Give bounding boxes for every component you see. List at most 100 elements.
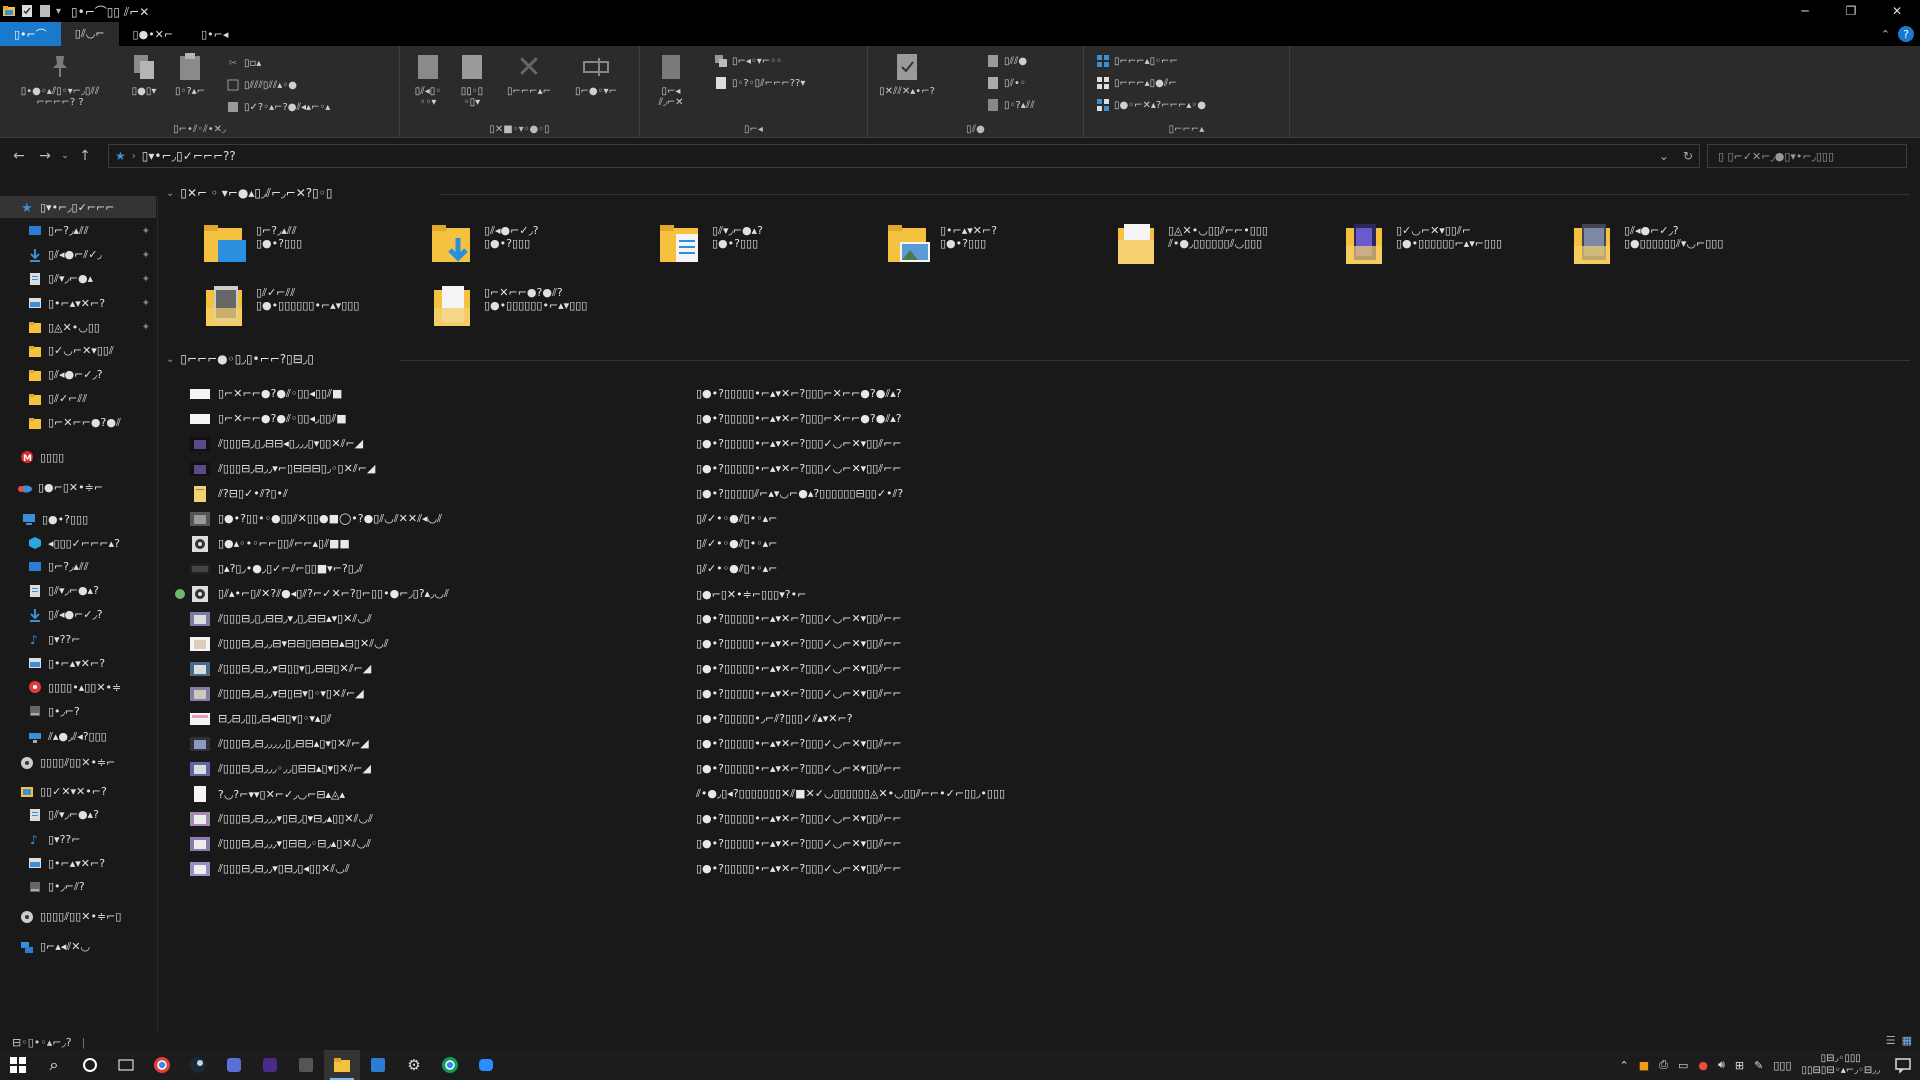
sidebar-item[interactable]: ▯▯▯▯•▴▯▯✕•≑ [0, 676, 156, 698]
show-hidden-icons-icon[interactable]: ⌃ [1620, 1059, 1629, 1072]
sidebar-item[interactable]: ♪ ▯▾??⌐ [0, 628, 156, 650]
list-item[interactable]: ⫽▯▯▯⊟◞⊟◞◞◞◞◞▯◞⊟⊟▴▯▾▯✕⫽⌐◢ ▯●•?▯▯▯▯▯•⌐▴▾✕⌐?… [190, 732, 1690, 756]
list-item[interactable]: ⫽▯▯▯⊟◞⊟◞◞▾⌐▯⊟⊟⊟▯◞◦▯✕⫽⌐◢ ▯●•?▯▯▯▯▯•⌐▴▾✕⌐?▯… [190, 457, 1690, 481]
task-view-button[interactable] [108, 1050, 144, 1080]
sidebar-item[interactable]: ▯✓◡⌐✕▾▯▯⫽ [0, 340, 156, 362]
breadcrumb[interactable]: ▯▾•⌐◞▯✓⌐⌐⌐?? [142, 149, 236, 163]
list-item[interactable]: ⫽▯▯▯⊟◞▯◞⊟⊟◞▾◞▯◞⊟⊟▴▾▯✕⫽◡⫽ ▯●•?▯▯▯▯▯•⌐▴▾✕⌐?… [190, 607, 1690, 631]
chrome-taskbar-icon[interactable] [144, 1050, 180, 1080]
action-center-button[interactable] [1894, 1056, 1912, 1077]
sidebar-item[interactable]: ▯•◞⌐⫽? [0, 876, 156, 898]
pin-icon[interactable]: ✦ [142, 226, 150, 237]
tray-app-icon[interactable]: ● [1698, 1059, 1708, 1072]
maximize-button[interactable]: ❐ [1828, 0, 1874, 22]
pin-quick-access-button[interactable]: ▯•●◦▴⫽▯◦▾⌐◞▯⫽⫽ ⌐⌐⌐⌐? ? [6, 50, 114, 108]
pin-icon[interactable]: ✦ [142, 322, 150, 333]
properties-icon[interactable] [20, 4, 34, 18]
copy-button[interactable]: ▯●▯▾ [124, 50, 164, 97]
tray-app-icon[interactable]: ⊞ [1735, 1059, 1744, 1072]
list-item[interactable]: ⫽▯▯▯⊟◞⊟◞◞◞▾▯⊟◞▯▾⊟◞▴▯▯✕⫽◡⫽ ▯●•?▯▯▯▯▯•⌐▴▾✕⌐… [190, 807, 1690, 831]
sidebar-item[interactable]: ★ ▯▾•⌐◞▯✓⌐⌐⌐ [0, 196, 156, 218]
copy-path-button[interactable]: ▯⫽⫽⫽▯⫽⫽▴◦● [226, 76, 297, 94]
sidebar-item[interactable]: ▯⫽▾◞⌐●▴ ✦ [0, 268, 156, 290]
history-button[interactable]: ▯◦?▴⫽⫽ [986, 96, 1035, 114]
list-item[interactable]: ⫽▯▯▯⊟◞▯◞⊟⊟◂▯◞◞◞▯▾▯▯✕⫽⌐◢ ▯●•?▯▯▯▯▯•⌐▴▾✕⌐?▯… [190, 432, 1690, 456]
zoom-taskbar-icon[interactable] [468, 1050, 504, 1080]
explorer-icon[interactable] [2, 4, 16, 18]
sidebar-item[interactable]: ▯●•?▯▯▯ [0, 508, 156, 530]
minimize-button[interactable]: ─ [1782, 0, 1828, 22]
paste-button[interactable]: ▯◦?▴⌐ [170, 50, 210, 97]
new-folder-icon[interactable] [38, 4, 52, 18]
sidebar-item[interactable]: ▯•⌐▴▾✕⌐? [0, 652, 156, 674]
collapse-ribbon-icon[interactable]: ⌃ [1881, 28, 1890, 41]
list-item[interactable]: ▯⌐✕⌐⌐●?●⫽◦▯▯◂▯▯⫽■ ▯●•?▯▯▯▯▯•⌐▴▾✕⌐?▯▯▯⌐✕⌐⌐… [190, 382, 1690, 406]
app-taskbar-icon[interactable] [360, 1050, 396, 1080]
sidebar-item[interactable]: ▯⫽◂●⌐✓◞? [0, 604, 156, 626]
list-item[interactable]: ⫽▯▯▯⊟◞⊟◞◞▾▯⊟◞▯◂▯▯✕⫽◡⫽ ▯●•?▯▯▯▯▯•⌐▴▾✕⌐?▯▯▯… [190, 857, 1690, 881]
back-button[interactable]: ← [6, 143, 32, 169]
list-item[interactable]: ▯●•?▯▯•◦●▯▯⫽✕▯▯●■◯•?●▯⫽◡⫽✕✕⫽◂◡⫽ ▯⫽✓•◦●⫽▯•… [190, 507, 1690, 531]
folder-tile[interactable]: ▯⌐✕⌐⌐●?●⫽? ▯●•▯▯▯▯▯▯•⌐▴▾▯▯▯ [426, 280, 646, 336]
move-to-button[interactable]: ▯⫽◂▯◦ ◦◦▾ [406, 50, 450, 108]
start-button[interactable] [0, 1050, 36, 1080]
select-all-button[interactable]: ▯⌐⌐⌐▴▯◦⌐⌐ [1096, 52, 1178, 70]
folder-tile[interactable]: ▯⫽◂●⌐✓◞? ▯●•?▯▯▯ [426, 218, 646, 274]
sidebar-item[interactable]: M ▯▯▯▯ [0, 446, 156, 468]
sidebar-item[interactable]: ▯•⌐▴▾✕⌐? [0, 852, 156, 874]
folder-tile[interactable]: ▯⌐?◞▴⫽⫽ ▯●•?▯▯▯ [198, 218, 418, 274]
new-folder-button[interactable]: ▯⌐◂ ⫽◞⌐✕ [646, 50, 696, 108]
pin-icon[interactable]: ✦ [142, 250, 150, 261]
sidebar-item[interactable]: ▯•◞⌐? [0, 700, 156, 722]
tab-share[interactable]: ▯●•✕⌐ [119, 22, 188, 46]
sidebar-item[interactable]: ♪ ▯▾??⌐ [0, 828, 156, 850]
chrome-taskbar-icon[interactable] [432, 1050, 468, 1080]
list-item[interactable]: ▯⫽▴•⌐▯⫽✕?⫽●◂▯⫽?⌐✓✕⌐?▯⌐▯▯•●⌐◞▯?▴◞◡⫽ ▯●⌐▯✕•… [175, 582, 1690, 606]
network-icon[interactable]: ▭ [1678, 1059, 1688, 1072]
app-taskbar-icon[interactable] [216, 1050, 252, 1080]
properties-button[interactable]: ▯✕⫽⫽✕▴•⌐? [874, 50, 940, 97]
sidebar-item[interactable]: ▯▯▯▯⫽▯▯✕•≑⌐▯ [0, 906, 156, 928]
sidebar-item[interactable]: ▯⌐▴◂⫽✕◡ [0, 936, 156, 958]
tab-file[interactable]: ▯•⌐⌒ [0, 22, 61, 46]
pin-icon[interactable]: ✦ [142, 298, 150, 309]
pin-icon[interactable]: ✦ [142, 274, 150, 285]
address-bar[interactable]: ★ › ▯▾•⌐◞▯✓⌐⌐⌐?? ⌄ ↻ [108, 144, 1700, 168]
clock[interactable]: ▯⊟◞◦▯▯▯ ▯▯⊟▯⊟◦▴⌐◞◦⊟◞◞ [1802, 1053, 1880, 1077]
sidebar-item[interactable]: ⫽▴●◞⫽◂?▯▯▯ [0, 726, 156, 748]
cortana-button[interactable] [72, 1050, 108, 1080]
sidebar-item[interactable]: ▯◬✕•◡▯▯ ✦ [0, 316, 156, 338]
folder-tile[interactable]: ▯⫽✓⌐⫽⫽ ▯●•▯▯▯▯▯▯•⌐▴▾▯▯▯ [198, 280, 418, 336]
list-item[interactable]: ▯●▴◦•◦⌐⌐▯▯⫽⌐⌐▴▯⫽■■ ▯⫽✓•◦●⫽▯•◦▴⌐ [190, 532, 1690, 556]
copy-to-button[interactable]: ▯▯◦▯ ◦▯▾ [450, 50, 494, 108]
refresh-icon[interactable]: ↻ [1683, 149, 1693, 163]
steam-taskbar-icon[interactable] [180, 1050, 216, 1080]
language-indicator[interactable]: ▯▯▯ [1773, 1059, 1791, 1072]
frequent-folders-header[interactable]: ⌄ ▯✕⌐ ◦ ▾⌐●▴▯◞⫽⌐◞⌐✕?▯◦▯ [166, 186, 332, 201]
sidebar-item[interactable]: ▯⫽◂●⌐⫽✓◞ ✦ [0, 244, 156, 266]
customize-qa-icon[interactable]: ▾ [56, 6, 61, 17]
search-input[interactable]: ▯ ▯⌐✓✕⌐◞●▯▾•⌐◞▯▯▯ [1707, 144, 1907, 168]
easy-access-button[interactable]: ▯◦?◦▯⫽⌐⌐⌐??▾ [714, 74, 805, 92]
forward-button[interactable]: → [32, 143, 58, 169]
sidebar-item[interactable]: ▯⌐✕⌐⌐●?●⫽ [0, 412, 156, 434]
folder-tile[interactable]: ▯⫽◂●⌐✓◞? ▯●▯▯▯▯▯▯⫽▾◡⌐▯▯▯ [1566, 218, 1786, 274]
list-item[interactable]: ⫽▯▯▯⊟◞⊟◞◞⊟▾⊟⊟▯⊟⊟⊟▴⊟▯✕⫽◡⫽ ▯●•?▯▯▯▯▯•⌐▴▾✕⌐?… [190, 632, 1690, 656]
list-item[interactable]: ?◡?⌐▾▾▯✕⌐✓◞◡⌐⊟▴◬▴ ⫽•●◞▯◂?▯▯▯▯▯▯▯✕⫽■✕✓◡▯▯▯… [190, 782, 1690, 806]
list-item[interactable]: ⫽▯▯▯⊟◞⊟◞◞◞▾▯⊟⊟◞◦⊟◞▴▯✕⫽◡⫽ ▯●•?▯▯▯▯▯•⌐▴▾✕⌐?… [190, 832, 1690, 856]
delete-button[interactable]: ✕ ▯⌐⌐⌐▴⌐ [498, 50, 560, 98]
list-item[interactable]: ⊟◞⊟◞▯▯◞⊟◂⊟▯▾▯◦▾▴▯⫽ ▯●•?▯▯▯▯▯•◞⌐⫽?▯▯▯✓⫽▴▾✕… [190, 707, 1690, 731]
file-explorer-taskbar-icon[interactable] [324, 1050, 360, 1080]
app-taskbar-icon[interactable] [252, 1050, 288, 1080]
sidebar-item[interactable]: ▯▯✓✕▾✕•⌐? [0, 780, 156, 802]
tray-app-icon[interactable]: ⎙ [1659, 1058, 1668, 1072]
sidebar-item[interactable]: ▯⫽✓⌐⫽⫽ [0, 388, 156, 410]
tab-view[interactable]: ▯•⌐◂ [187, 22, 242, 46]
close-button[interactable]: ✕ [1874, 0, 1920, 22]
recent-locations-button[interactable]: ⌄ [58, 143, 72, 169]
sidebar-item[interactable]: ▯⌐?◞▴⫽⫽ [0, 556, 156, 578]
new-item-button[interactable]: ▯⌐◂◦▾⌐◦◦ [714, 52, 782, 70]
volume-icon[interactable]: 🔊︎ [1718, 1058, 1725, 1072]
help-icon[interactable]: ? [1898, 26, 1914, 42]
folder-tile[interactable]: ▯✓◡⌐✕▾▯▯⫽⌐ ▯●•▯▯▯▯▯▯⌐▴▾⌐▯▯▯ [1338, 218, 1558, 274]
